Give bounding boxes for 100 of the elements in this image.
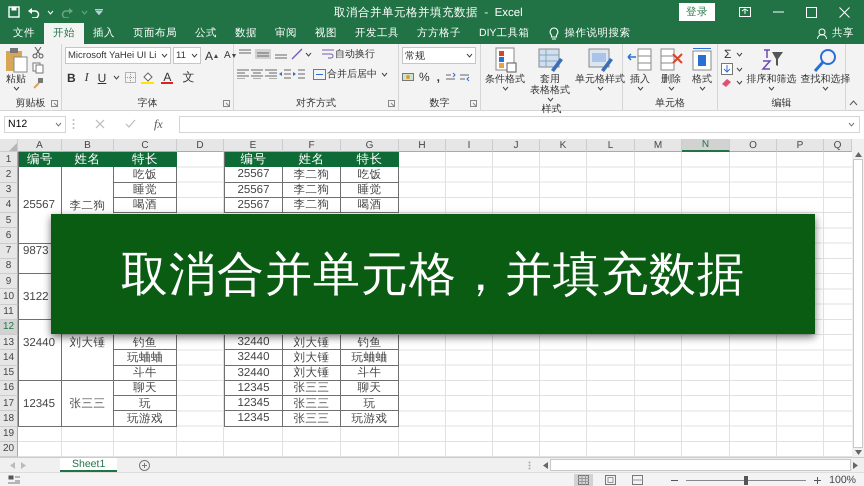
row-number[interactable]: 2: [0, 167, 18, 182]
insert-function-button[interactable]: fx: [154, 116, 163, 132]
scroll-left-icon[interactable]: [543, 462, 548, 468]
align-center-icon[interactable]: [251, 69, 263, 79]
column-header[interactable]: P: [777, 139, 824, 152]
caret-icon[interactable]: [768, 86, 775, 91]
font-name-select[interactable]: Microsoft YaHei UI Li: [65, 47, 171, 64]
decrease-indent-icon[interactable]: [279, 69, 291, 79]
share-button[interactable]: 共享: [832, 26, 854, 40]
row-number[interactable]: 10: [0, 289, 18, 304]
zoom-in-icon[interactable]: [814, 476, 822, 484]
wrap-icon[interactable]: [322, 49, 334, 59]
row-number[interactable]: 3: [0, 182, 18, 198]
name-box[interactable]: N12: [4, 116, 66, 132]
formula-input[interactable]: [178, 116, 860, 132]
drag-handle-icon[interactable]: [528, 460, 531, 470]
caret-icon[interactable]: [191, 53, 198, 58]
ribbon-tab[interactable]: 文件: [4, 23, 44, 44]
cut-icon[interactable]: [32, 47, 44, 59]
column-header[interactable]: M: [635, 139, 682, 152]
row-number[interactable]: 8: [0, 258, 18, 274]
ribbon-tab[interactable]: 开发工具: [346, 23, 408, 44]
caret-icon[interactable]: [668, 86, 674, 91]
normal-view-icon[interactable]: [578, 475, 590, 485]
row-number[interactable]: 14: [0, 350, 18, 366]
ribbon-tab[interactable]: 开始: [44, 23, 84, 44]
row-number[interactable]: 5: [0, 213, 18, 228]
caret-icon[interactable]: [381, 72, 388, 76]
ribbon-tab[interactable]: DIY工具箱: [470, 23, 539, 44]
caret-icon[interactable]: [636, 86, 644, 91]
close-icon[interactable]: [839, 6, 850, 18]
row-number[interactable]: 12: [0, 320, 18, 335]
row-number[interactable]: 9: [0, 274, 18, 290]
column-header[interactable]: E: [224, 139, 283, 152]
grow-font-button[interactable]: A: [203, 48, 220, 62]
caret-icon[interactable]: [466, 53, 473, 58]
cell-styles-icon[interactable]: [587, 47, 613, 73]
ribbon-tab[interactable]: 数据: [226, 23, 266, 44]
shrink-font-button[interactable]: A: [222, 50, 238, 61]
view-button[interactable]: [574, 474, 594, 486]
row-number[interactable]: 17: [0, 396, 18, 412]
column-header[interactable]: C: [114, 139, 177, 152]
clipboard-icon[interactable]: [4, 47, 28, 73]
drag-handle-icon[interactable]: [72, 118, 75, 130]
caret-icon[interactable]: [596, 86, 604, 91]
comma-button[interactable]: ,: [434, 70, 442, 84]
maximize-icon[interactable]: [806, 6, 817, 18]
scrollbar-thumb[interactable]: [853, 159, 863, 448]
macro-record-icon[interactable]: [8, 475, 20, 485]
caret-icon[interactable]: [305, 52, 312, 56]
page-layout-view-icon[interactable]: [605, 475, 616, 485]
sort-filter-button[interactable]: 排序和筛选: [745, 47, 798, 91]
ribbon-tab[interactable]: 审阅: [266, 23, 306, 44]
ribbon-tab[interactable]: 方方格子: [408, 23, 470, 44]
tell-me-search[interactable]: 操作说明搜索: [564, 26, 631, 40]
insert-cells-icon[interactable]: [627, 47, 653, 73]
column-header[interactable]: I: [446, 139, 493, 152]
row-number[interactable]: 18: [0, 411, 18, 426]
phonetic-guide-button[interactable]: 文: [180, 69, 196, 86]
caret-icon[interactable]: [848, 122, 855, 126]
ribbon-tab[interactable]: 公式: [186, 23, 226, 44]
fill-color-icon[interactable]: [141, 71, 154, 84]
fill-down-icon[interactable]: [721, 63, 733, 75]
caret-icon[interactable]: [12, 86, 20, 91]
row-number[interactable]: 4: [0, 198, 18, 213]
enter-check-icon[interactable]: [125, 119, 136, 129]
caret-icon[interactable]: [736, 66, 743, 72]
delete-button[interactable]: 删除: [657, 47, 685, 91]
font-size-select[interactable]: 11: [173, 47, 201, 64]
font-color-button[interactable]: A: [159, 72, 176, 84]
caret-icon[interactable]: [113, 75, 120, 80]
lightbulb-icon[interactable]: [548, 26, 559, 40]
insert-button[interactable]: 插入: [626, 47, 654, 91]
row-number[interactable]: 20: [0, 442, 18, 457]
format-painter-icon[interactable]: [32, 77, 44, 89]
autosum-button[interactable]: Σ: [721, 47, 734, 61]
orientation-icon[interactable]: [291, 48, 303, 60]
row-number[interactable]: 16: [0, 380, 18, 396]
row-number[interactable]: 11: [0, 304, 18, 320]
dialog-launcher-icon[interactable]: [388, 100, 395, 107]
caret-icon[interactable]: [161, 53, 168, 58]
find-select-button[interactable]: 查找和选择: [799, 47, 852, 91]
row-number[interactable]: 13: [0, 335, 18, 350]
column-header[interactable]: G: [341, 139, 399, 152]
column-header[interactable]: B: [62, 139, 114, 152]
scrollbar-thumb[interactable]: [550, 459, 851, 471]
row-number[interactable]: 6: [0, 228, 18, 244]
number-format-select[interactable]: 常规: [402, 47, 476, 64]
column-header[interactable]: D: [177, 139, 224, 152]
row-number[interactable]: 19: [0, 426, 18, 442]
percent-button[interactable]: %: [417, 70, 432, 84]
table-format-button[interactable]: 套用 表格格式: [529, 47, 571, 102]
scroll-down-icon[interactable]: [854, 450, 862, 455]
column-header[interactable]: L: [587, 139, 635, 152]
format-button[interactable]: 格式: [688, 47, 716, 91]
login-button[interactable]: 登录: [679, 3, 715, 21]
column-header[interactable]: A: [18, 139, 62, 152]
merge-center-button[interactable]: 合并后居中: [311, 67, 379, 81]
up-caret-icon[interactable]: [214, 54, 218, 58]
person-icon[interactable]: [817, 28, 828, 38]
